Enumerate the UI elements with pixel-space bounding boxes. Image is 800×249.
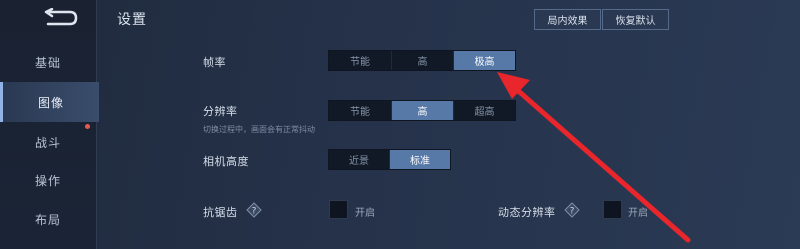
annotation-arrow	[497, 72, 691, 243]
